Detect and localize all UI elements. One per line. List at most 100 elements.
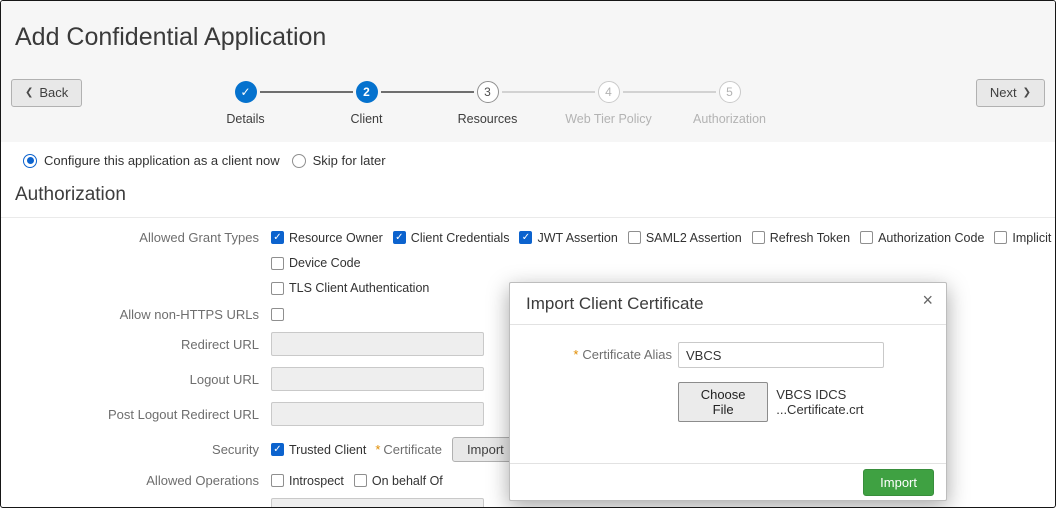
device-code-row: Device Code [1,256,371,270]
checkbox-icon[interactable] [751,231,765,244]
import-client-certificate-dialog: Import Client Certificate × * Certificate… [509,282,947,501]
configure-as-client-radio[interactable]: Configure this application as a client n… [23,153,280,168]
next-button-label: Next [989,85,1017,100]
partial-field-row [1,498,484,507]
checkbox-icon[interactable] [271,474,284,487]
checkbox-icon[interactable] [353,474,367,487]
back-button[interactable]: ❮ Back [11,79,83,107]
redirect-url-row: Redirect URL [1,332,484,356]
security-label: Security [212,442,259,457]
dialog-footer: Import [510,463,946,500]
checkbox-icon[interactable] [271,281,284,295]
step-resources[interactable]: 3 Resources [427,81,595,126]
checkbox-icon[interactable] [860,231,874,244]
step-number: 4 [597,81,620,103]
step-number[interactable]: 2 [355,81,378,103]
allowed-operations-label: Allowed Operations [146,473,259,488]
radio-icon[interactable] [291,153,306,168]
checkbox-icon[interactable] [519,231,533,244]
grant-jwt-assertion-label: JWT Assertion [537,230,618,245]
step-client[interactable]: 2 Client [306,81,474,126]
certificate-alias-label-group: * Certificate Alias [526,346,678,364]
page-title: Add Confidential Application [15,23,327,51]
tls-client-authentication-row: TLS Client Authentication [1,281,439,295]
checkbox-icon[interactable] [994,231,1008,244]
operation-on-behalf-of-label: On behalf Of [371,473,443,488]
checkbox-icon[interactable] [271,231,284,244]
step-details[interactable]: ✓ Details [185,81,353,126]
radio-icon[interactable] [23,153,37,168]
grant-tls-client-authentication-label: TLS Client Authentication [289,281,430,295]
certificate-alias-input[interactable] [678,342,884,368]
chevron-left-icon: ❮ [25,86,34,98]
allowed-grant-types-row: Allowed Grant Types Resource Owner Clien… [1,230,1055,245]
grant-authorization-code[interactable]: Authorization Code [860,231,984,245]
operation-introspect[interactable]: Introspect [271,474,344,488]
dialog-header: Import Client Certificate × [510,283,946,325]
checkbox-icon[interactable] [392,231,406,244]
logout-url-label: Logout URL [189,371,259,387]
allowed-grant-types-label: Allowed Grant Types [139,230,259,245]
step-label-resources: Resources [457,112,518,126]
step-label-details: Details [226,112,265,126]
checkbox-icon[interactable] [627,231,641,244]
allow-non-https-row: Allow non-HTTPS URLs [1,307,284,322]
dialog-title: Import Client Certificate [526,294,704,313]
certificate-required-mark: * [375,442,381,457]
step-label-client: Client [350,112,383,126]
step-label-authorization: Authorization [693,112,766,126]
step-number[interactable]: 3 [476,81,499,103]
trusted-client-checkbox-item[interactable]: Trusted Client [271,443,366,457]
grant-implicit-label: Implicit [1012,230,1052,245]
logout-url-input[interactable] [271,367,484,391]
authorization-heading-text: Authorization [15,184,126,205]
post-logout-redirect-url-row: Post Logout Redirect URL [1,402,484,426]
logout-url-row: Logout URL [1,367,484,391]
operation-introspect-label: Introspect [289,473,344,488]
grant-jwt-assertion[interactable]: JWT Assertion [519,230,618,245]
redirect-url-input[interactable] [271,332,484,356]
step-authorization: 5 Authorization [669,81,790,126]
post-logout-redirect-url-label: Post Logout Redirect URL [107,406,259,422]
grant-client-credentials[interactable]: Client Credentials [392,230,510,245]
grant-resource-owner[interactable]: Resource Owner [271,231,383,245]
checkbox-icon[interactable] [271,443,284,456]
grant-refresh-token[interactable]: Refresh Token [751,231,850,245]
step-label-web-tier-policy: Web Tier Policy [565,112,652,126]
back-button-label: Back [39,85,69,100]
allowed-operations-row: Allowed Operations Introspect On behalf … [1,473,453,488]
skip-for-later-radio[interactable]: Skip for later [291,153,386,168]
checkbox-icon[interactable] [271,256,284,270]
step-web-tier-policy: 4 Web Tier Policy [548,81,716,126]
grant-client-credentials-label: Client Credentials [410,230,510,245]
allow-non-https-checkbox[interactable] [271,308,284,321]
partial-input[interactable] [271,498,484,507]
redirect-url-label: Redirect URL [180,336,259,352]
dialog-body: *Certificate Alias Choose File VBCS IDCS… [510,325,946,422]
grant-device-code-label: Device Code [289,256,361,270]
selected-file-name: VBCS IDCS ...Certificate.crt [776,387,864,417]
post-logout-redirect-url-input[interactable] [271,402,484,426]
grant-saml2-assertion-label: SAML2 Assertion [645,230,742,245]
add-confidential-application-window: Add Confidential Application ❮ Back Next… [0,0,1056,508]
next-button[interactable]: Next ❯ [975,79,1045,107]
certificate-file-row: Choose File VBCS IDCS ...Certificate.crt [678,382,930,422]
wizard-stepper: ✓ Details 2 Client 3 Resources 4 Web Tie… [185,81,790,126]
choose-file-button[interactable]: Choose File [678,382,769,422]
operation-on-behalf-of[interactable]: On behalf Of [353,473,443,488]
grant-tls-client-authentication[interactable]: TLS Client Authentication [271,281,429,295]
import-button[interactable]: Import [863,468,934,496]
chevron-right-icon: ❯ [1022,86,1031,98]
grant-authorization-code-label: Authorization Code [878,230,985,245]
grant-implicit[interactable]: Implicit [994,231,1051,245]
configure-as-client-label: Configure this application as a client n… [44,153,280,168]
certificate-alias-row: * Certificate Alias [526,342,930,368]
client-configuration-choice: Configure this application as a client n… [23,153,386,168]
close-icon[interactable]: × [922,290,933,311]
required-mark: * [573,347,579,362]
trusted-client-label: Trusted Client [289,442,367,457]
certificate-label: Certificate [383,442,442,457]
step-complete-check-icon[interactable]: ✓ [234,81,257,103]
grant-device-code[interactable]: Device Code [271,256,361,270]
grant-saml2-assertion[interactable]: SAML2 Assertion [627,230,742,245]
